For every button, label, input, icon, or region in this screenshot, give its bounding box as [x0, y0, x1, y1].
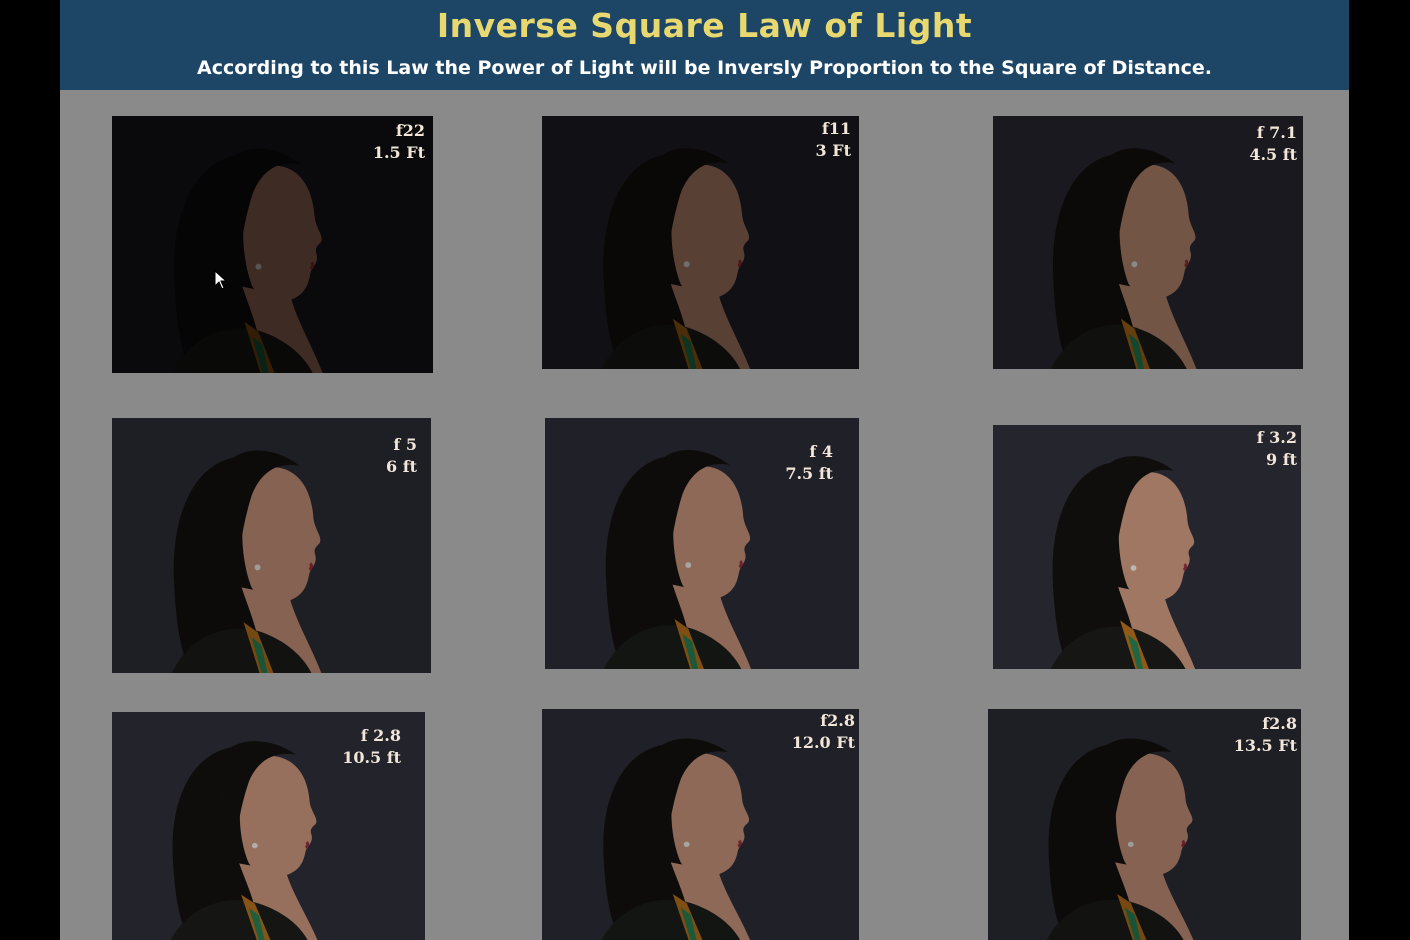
photo-distance-label: 3 Ft [815, 141, 851, 160]
portrait-photo-5: f 4 7.5 ft [545, 418, 859, 669]
portrait-photo-4: f 5 6 ft [112, 418, 431, 673]
photo-distance-label: 9 ft [1266, 450, 1297, 469]
photo-aperture-label: f 5 [393, 435, 417, 454]
photo-distance-label: 6 ft [386, 457, 417, 476]
portrait-photo-2: f11 3 Ft [542, 116, 859, 369]
photo-distance-label: 4.5 ft [1249, 145, 1297, 164]
photo-distance-label: 13.5 Ft [1233, 736, 1297, 755]
portrait-image [112, 418, 431, 673]
photo-aperture-label: f2.8 [820, 711, 855, 730]
photo-aperture-label: f 4 [809, 442, 833, 461]
photo-aperture-label: f22 [395, 121, 425, 140]
slide-header: Inverse Square Law of Light According to… [60, 0, 1349, 90]
photo-distance-label: 12.0 Ft [791, 733, 855, 752]
slide-subtitle: According to this Law the Power of Light… [196, 57, 1212, 79]
photo-aperture-label: f2.8 [1262, 714, 1297, 733]
portrait-photo-3: f 7.1 4.5 ft [993, 116, 1303, 369]
portrait-image [993, 425, 1301, 669]
portrait-photo-9: f2.8 13.5 Ft [988, 709, 1301, 940]
photo-distance-label: 1.5 Ft [372, 143, 425, 162]
presentation-slide: Inverse Square Law of Light According to… [60, 0, 1349, 940]
photo-aperture-label: f 3.2 [1256, 428, 1297, 447]
portrait-photo-7: f 2.8 10.5 ft [112, 712, 425, 940]
portrait-image [542, 116, 859, 369]
photo-aperture-label: f 7.1 [1256, 123, 1297, 142]
portrait-photo-8: f2.8 12.0 Ft [542, 709, 859, 940]
portrait-photo-6: f 3.2 9 ft [993, 425, 1301, 669]
photo-distance-label: 7.5 ft [785, 464, 833, 483]
photo-aperture-label: f 2.8 [360, 726, 401, 745]
slide-title: Inverse Square Law of Light [436, 6, 973, 45]
photo-distance-label: 10.5 ft [342, 748, 401, 767]
portrait-photo-1: f22 1.5 Ft [112, 116, 433, 373]
photo-aperture-label: f11 [821, 119, 851, 138]
mouse-pointer-icon [214, 270, 228, 290]
